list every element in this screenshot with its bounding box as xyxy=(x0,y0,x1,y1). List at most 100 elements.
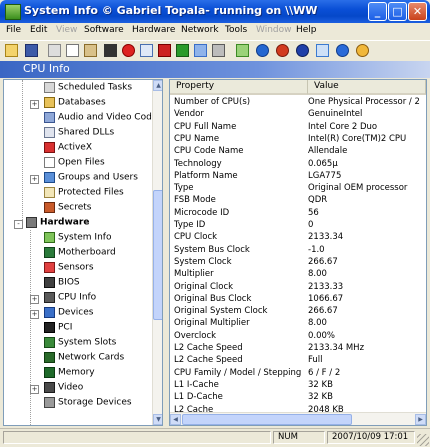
expand-toggle[interactable]: + xyxy=(30,385,39,394)
close-button[interactable]: ✕ xyxy=(408,2,427,21)
tree-item-secrets[interactable]: Secrets xyxy=(44,202,91,217)
message-icon[interactable] xyxy=(122,44,135,57)
help2-icon[interactable] xyxy=(356,44,369,57)
monitor-icon[interactable] xyxy=(140,44,153,57)
table-row[interactable]: Original Clock 2133.33 xyxy=(170,281,426,294)
scroll-right-button[interactable]: ▶ xyxy=(415,414,426,425)
table-row[interactable]: Original Multiplier 8.00 xyxy=(170,317,426,330)
info-icon[interactable] xyxy=(236,44,249,57)
column-header-property[interactable]: Property xyxy=(170,80,308,95)
tree-item-activex[interactable]: ActiveX xyxy=(44,142,92,157)
menu-file[interactable]: File xyxy=(6,25,21,35)
expand-toggle[interactable]: + xyxy=(30,175,39,184)
expand-toggle[interactable]: + xyxy=(30,100,39,109)
tree-item-audio-video-codecs[interactable]: Audio and Video Codecs xyxy=(44,112,162,127)
table-row[interactable]: L1 I-Cache 32 KB xyxy=(170,379,426,392)
column-header-value[interactable]: Value xyxy=(308,80,426,95)
paste-icon[interactable] xyxy=(84,44,97,57)
network-icon[interactable] xyxy=(256,44,269,57)
table-row[interactable]: System Clock 266.67 xyxy=(170,256,426,269)
scroll-thumb[interactable] xyxy=(182,414,352,425)
tree-item-shared-dlls[interactable]: Shared DLLs xyxy=(44,127,114,142)
help-icon[interactable] xyxy=(336,44,349,57)
table-row[interactable]: L1 D-Cache 32 KB xyxy=(170,391,426,404)
expand-toggle[interactable]: + xyxy=(30,310,39,319)
app-icon[interactable] xyxy=(5,4,21,20)
tree-item-groups-and-users[interactable]: Groups and Users xyxy=(44,172,138,187)
tree-item-hardware[interactable]: Hardware xyxy=(26,217,89,232)
tree-item-storage-devices[interactable]: Storage Devices xyxy=(44,397,132,412)
table-row[interactable]: Platform Name LGA775 xyxy=(170,170,426,183)
open-icon[interactable] xyxy=(5,44,18,57)
tree-vertical-scrollbar[interactable]: ▲ ▼ xyxy=(152,80,162,425)
options-icon[interactable] xyxy=(194,44,207,57)
refresh-icon[interactable] xyxy=(176,44,189,57)
table-row[interactable]: CPU Code Name Allendale xyxy=(170,145,426,158)
table-row[interactable]: CPU Clock 2133.34 xyxy=(170,231,426,244)
tree-item-cpu-info[interactable]: CPU Info xyxy=(44,292,96,307)
menu-network[interactable]: Network xyxy=(181,25,219,35)
minimize-button[interactable]: _ xyxy=(368,2,387,21)
menu-hardware[interactable]: Hardware xyxy=(132,25,175,35)
table-row[interactable]: Original System Clock 266.67 xyxy=(170,305,426,318)
menu-tools[interactable]: Tools xyxy=(225,25,247,35)
chip-icon[interactable] xyxy=(158,44,171,57)
menu-edit[interactable]: Edit xyxy=(30,25,47,35)
user-icon[interactable] xyxy=(276,44,289,57)
globe-icon[interactable] xyxy=(316,44,329,57)
table-row[interactable]: Type Original OEM processor xyxy=(170,182,426,195)
stop-icon[interactable] xyxy=(104,44,117,57)
resize-grip[interactable] xyxy=(417,434,429,446)
title-bar[interactable]: System Info © Gabriel Topala- running on… xyxy=(0,0,430,23)
tree-item-system-slots[interactable]: System Slots xyxy=(44,337,116,352)
tree-item-open-files[interactable]: Open Files xyxy=(44,157,105,172)
cut-icon[interactable] xyxy=(48,44,61,57)
table-row[interactable]: L2 Cache Speed 2133.34 MHz xyxy=(170,342,426,355)
tree-item-scheduled-tasks[interactable]: Scheduled Tasks xyxy=(44,82,132,97)
tree-item-devices[interactable]: Devices xyxy=(44,307,93,322)
table-row[interactable]: Technology 0.065µ xyxy=(170,158,426,171)
table-row[interactable]: Multiplier 8.00 xyxy=(170,268,426,281)
table-row[interactable]: Overclock 0.00% xyxy=(170,330,426,343)
table-row[interactable]: L2 Cache Speed Full xyxy=(170,354,426,367)
scroll-left-button[interactable]: ◀ xyxy=(170,414,181,425)
tree-item-databases[interactable]: Databases xyxy=(44,97,106,112)
table-row[interactable]: System Bus Clock -1.0 xyxy=(170,244,426,257)
table-row[interactable]: Type ID 0 xyxy=(170,219,426,232)
menu-software[interactable]: Software xyxy=(84,25,124,35)
property-name: Original Bus Clock xyxy=(174,293,252,304)
tree-item-video[interactable]: Video xyxy=(44,382,83,397)
table-row[interactable]: CPU Full Name Intel Core 2 Duo xyxy=(170,121,426,134)
table-row[interactable]: CPU Name Intel(R) Core(TM)2 CPU xyxy=(170,133,426,146)
scroll-up-button[interactable]: ▲ xyxy=(153,80,162,91)
scroll-down-button[interactable]: ▼ xyxy=(153,414,162,425)
table-row[interactable]: Vendor GenuineIntel xyxy=(170,108,426,121)
tree-item-protected-files[interactable]: Protected Files xyxy=(44,187,124,202)
tree-item-pci[interactable]: PCI xyxy=(44,322,72,337)
navigation-tree[interactable]: Scheduled Tasks + Databases Audio and Vi… xyxy=(3,79,163,426)
table-row[interactable]: Number of CPU(s) One Physical Processor /… xyxy=(170,96,426,109)
grid-horizontal-scrollbar[interactable]: ◀ ▶ xyxy=(170,412,426,425)
tree-item-network-cards[interactable]: Network Cards xyxy=(44,352,124,367)
menu-view[interactable]: View xyxy=(56,25,77,35)
maximize-button[interactable]: □ xyxy=(388,2,407,21)
table-row[interactable]: CPU Family / Model / Stepping 6 / F / 2 xyxy=(170,367,426,380)
tree-item-bios[interactable]: BIOS xyxy=(44,277,80,292)
copy-icon[interactable] xyxy=(66,44,79,57)
collapse-toggle[interactable]: - xyxy=(14,220,23,229)
table-row[interactable]: FSB Mode QDR xyxy=(170,194,426,207)
expand-toggle[interactable]: + xyxy=(30,295,39,304)
report-icon[interactable] xyxy=(212,44,225,57)
menu-help[interactable]: Help xyxy=(296,25,317,35)
security-icon[interactable] xyxy=(296,44,309,57)
scroll-thumb[interactable] xyxy=(153,190,162,320)
tree-item-system-info[interactable]: System Info xyxy=(44,232,111,247)
property-grid[interactable]: Property Value Number of CPU(s) One Physi… xyxy=(169,79,427,426)
tree-item-memory[interactable]: Memory xyxy=(44,367,95,382)
table-row[interactable]: Microcode ID 56 xyxy=(170,207,426,220)
tree-item-motherboard[interactable]: Motherboard xyxy=(44,247,116,262)
save-icon[interactable] xyxy=(25,44,38,57)
tree-item-sensors[interactable]: Sensors xyxy=(44,262,94,277)
menu-window[interactable]: Window xyxy=(256,25,292,35)
table-row[interactable]: Original Bus Clock 1066.67 xyxy=(170,293,426,306)
